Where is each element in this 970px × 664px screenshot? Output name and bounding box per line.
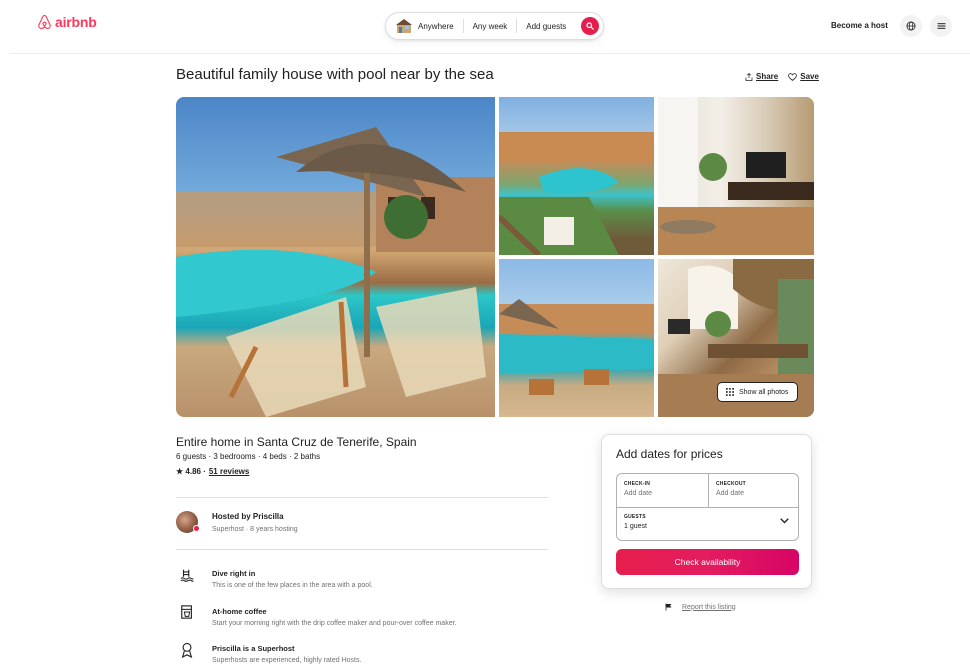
report-label: Report this listing	[682, 603, 736, 611]
search-icon	[586, 22, 594, 30]
photo-pool-terrace[interactable]	[499, 259, 654, 417]
top-header: airbnb Anywhere Any week Add guests Beco…	[0, 0, 970, 54]
feature-title: At-home coffee	[212, 607, 267, 616]
chevron-down-icon	[780, 518, 789, 524]
save-button[interactable]: Save	[788, 72, 819, 81]
language-button[interactable]	[900, 15, 922, 37]
photo-living-room[interactable]	[658, 97, 814, 255]
photo-pool-main[interactable]	[176, 97, 495, 417]
feature-desc: Start your morning right with the drip c…	[212, 620, 457, 627]
hamburger-icon	[937, 23, 945, 29]
house-icon	[396, 19, 412, 33]
airbnb-logo-icon	[38, 14, 51, 30]
flag-icon	[665, 603, 672, 611]
reviews-link[interactable]: 51 reviews	[209, 467, 249, 476]
globe-icon	[906, 21, 916, 31]
checkin-label: CHECK-IN	[624, 481, 651, 487]
section-divider	[176, 497, 548, 498]
booking-title: Add dates for prices	[616, 447, 723, 461]
checkout-field[interactable]: CHECKOUT Add date	[709, 474, 800, 507]
guests-field[interactable]: GUESTS 1 guest	[617, 508, 800, 541]
share-icon	[745, 72, 753, 81]
pool-icon	[180, 569, 194, 582]
feature-title: Dive right in	[212, 569, 256, 578]
host-subtitle: Superhost · 8 years hosting	[212, 526, 298, 533]
checkout-label: CHECKOUT	[716, 481, 746, 487]
share-button[interactable]: Share	[745, 72, 778, 81]
photo-pool-aerial[interactable]	[499, 97, 654, 255]
search-where[interactable]: Anywhere	[418, 22, 463, 31]
superhost-icon	[181, 642, 193, 658]
feature-desc: Superhosts are experienced, highly rated…	[212, 657, 362, 664]
listing-title: Beautiful family house with pool near by…	[176, 66, 494, 83]
report-listing-link[interactable]: Report this listing	[665, 603, 736, 611]
feature-title: Priscilla is a Superhost	[212, 644, 295, 653]
rating-summary: ★ 4.86 · 51 reviews	[176, 467, 249, 476]
section-divider	[176, 549, 548, 550]
share-label: Share	[756, 72, 779, 81]
header-divider	[10, 53, 970, 54]
menu-button[interactable]	[930, 15, 952, 37]
listing-actions: Share Save	[735, 72, 819, 81]
rating-value: ★ 4.86 ·	[176, 467, 206, 476]
search-when[interactable]: Any week	[464, 22, 517, 31]
heart-icon	[788, 72, 798, 81]
checkout-value: Add date	[716, 490, 745, 497]
become-host-link[interactable]: Become a host	[831, 21, 888, 30]
date-guest-picker: CHECK-IN Add date CHECKOUT Add date GUES…	[616, 473, 799, 541]
save-label: Save	[800, 72, 819, 81]
coffee-maker-icon	[181, 605, 192, 619]
booking-card: Add dates for prices CHECK-IN Add date C…	[601, 434, 812, 589]
feature-desc: This is one of the few places in the are…	[212, 582, 373, 589]
search-button[interactable]	[581, 17, 599, 35]
show-all-photos-button[interactable]: Show all photos	[717, 382, 799, 402]
superhost-badge-icon	[193, 525, 200, 532]
guests-label: GUESTS	[624, 514, 646, 520]
brand-name: airbnb	[55, 14, 97, 30]
listing-details: 6 guests · 3 bedrooms · 4 beds · 2 baths	[176, 452, 321, 461]
guests-value: 1 guest	[624, 523, 647, 530]
checkin-value: Add date	[624, 490, 653, 497]
show-all-photos-label: Show all photos	[739, 388, 789, 396]
search-bar[interactable]: Anywhere Any week Add guests	[385, 12, 604, 40]
photo-gallery	[176, 97, 814, 417]
host-name: Hosted by Priscilla	[212, 512, 284, 521]
check-availability-button[interactable]: Check availability	[616, 549, 799, 575]
airbnb-logo[interactable]: airbnb	[37, 14, 97, 30]
search-guests[interactable]: Add guests	[517, 22, 572, 31]
listing-type: Entire home in Santa Cruz de Tenerife, S…	[176, 435, 417, 449]
grid-icon	[726, 388, 734, 396]
checkin-field[interactable]: CHECK-IN Add date	[617, 474, 708, 507]
